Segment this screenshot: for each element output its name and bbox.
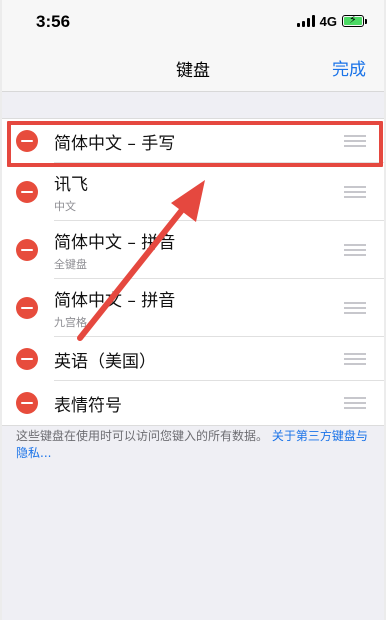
delete-icon[interactable] <box>16 348 38 370</box>
status-indicators: 4G ⚡ <box>296 13 367 29</box>
keyboard-row-xunfei: 讯飞 中文 <box>2 163 384 221</box>
phone-screen: 3:56 4G ⚡ 键盘 完成 简体中文 – 手写 讯飞 中文 简体中文 – 拼… <box>2 0 384 620</box>
keyboard-list: 简体中文 – 手写 讯飞 中文 简体中文 – 拼音 全键盘 简体中文 – 拼音 <box>2 118 384 426</box>
keyboard-row-english: 英语（美国） <box>2 337 384 381</box>
keyboard-row-pinyin-9key: 简体中文 – 拼音 九宫格 <box>2 279 384 337</box>
status-bar: 3:56 4G ⚡ <box>2 0 384 40</box>
drag-handle-icon[interactable] <box>344 244 366 256</box>
keyboard-name: 简体中文 – 拼音 <box>54 291 176 311</box>
drag-handle-icon[interactable] <box>344 186 366 198</box>
keyboard-subtitle: 全键盘 <box>54 258 87 271</box>
status-time: 3:56 <box>36 12 71 31</box>
battery-charging-icon: ⚡ <box>342 13 367 27</box>
keyboard-name: 讯飞 <box>54 175 88 195</box>
keyboard-name: 表情符号 <box>54 395 122 416</box>
delete-icon[interactable] <box>16 181 38 203</box>
privacy-note: 这些键盘在使用时可以访问您键入的所有数据。 关于第三方键盘与隐私... <box>16 428 376 462</box>
keyboard-row-text: 讯飞 中文 <box>54 170 88 214</box>
privacy-note-text: 这些键盘在使用时可以访问您键入的所有数据。 <box>16 429 269 443</box>
keyboard-row-pinyin-full: 简体中文 – 拼音 全键盘 <box>2 221 384 279</box>
keyboard-name: 简体中文 – 手写 <box>54 133 176 154</box>
drag-handle-icon[interactable] <box>344 353 366 365</box>
keyboard-row-text: 简体中文 – 拼音 全键盘 <box>54 228 175 272</box>
drag-handle-icon[interactable] <box>344 135 366 147</box>
cellular-signal-icon <box>296 15 315 27</box>
keyboard-row-handwriting: 简体中文 – 手写 <box>2 119 384 163</box>
done-button[interactable]: 完成 <box>332 55 366 80</box>
page-title: 键盘 <box>176 61 210 81</box>
keyboard-row-text: 表情符号 <box>54 391 122 416</box>
keyboard-subtitle: 九宫格 <box>54 316 87 329</box>
keyboard-subtitle: 中文 <box>54 200 76 213</box>
delete-icon[interactable] <box>16 297 38 319</box>
network-type: 4G <box>319 13 337 29</box>
drag-handle-icon[interactable] <box>344 302 366 314</box>
keyboard-row-emoji: 表情符号 <box>2 381 384 425</box>
delete-icon[interactable] <box>16 392 38 414</box>
keyboard-name: 英语（美国） <box>54 351 156 372</box>
drag-handle-icon[interactable] <box>344 397 366 409</box>
keyboard-row-text: 英语（美国） <box>54 347 156 372</box>
keyboard-row-text: 简体中文 – 手写 <box>54 129 175 154</box>
navigation-bar: 键盘 完成 <box>2 40 384 92</box>
delete-icon[interactable] <box>16 130 38 152</box>
keyboard-name: 简体中文 – 拼音 <box>54 233 176 253</box>
keyboard-row-text: 简体中文 – 拼音 九宫格 <box>54 286 175 330</box>
delete-icon[interactable] <box>16 239 38 261</box>
